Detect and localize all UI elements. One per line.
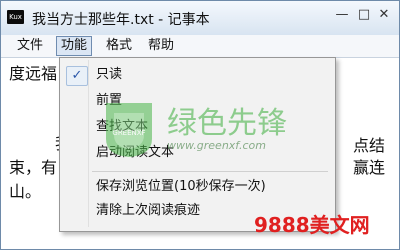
menu-separator <box>92 171 328 172</box>
logo-text: GREENXF <box>112 129 145 137</box>
watermark-name: 绿色先锋 <box>167 106 287 141</box>
window-title: 我当方士那些年.txt - 记事本 <box>32 12 210 28</box>
title-bar[interactable]: Kux 我当方士那些年.txt - 记事本 — □ ✕ <box>1 1 399 35</box>
menu-item-save-position[interactable]: 保存浏览位置(10秒保存一次) <box>62 176 331 198</box>
minimize-button[interactable]: — <box>331 6 353 24</box>
menu-bar: 文件 功能 格式 帮助 <box>1 35 399 58</box>
document-line: 束，有 <box>9 158 58 177</box>
notepad-window: Kux 我当方士那些年.txt - 记事本 — □ ✕ 文件 功能 格式 帮助 … <box>0 0 400 250</box>
document-line: 度远福 <box>9 64 58 83</box>
greenxf-logo-icon: GREENXF <box>106 103 152 157</box>
document-line: 点结 <box>353 136 386 155</box>
watermark-badge: 9888美文网 <box>254 213 370 237</box>
menu-help[interactable]: 帮助 <box>144 37 178 55</box>
menu-item-label: 保存浏览位置(10秒保存一次) <box>96 179 266 194</box>
app-icon[interactable]: Kux <box>7 10 24 24</box>
watermark-url: www.greenxf.com <box>167 139 266 152</box>
close-button[interactable]: ✕ <box>373 6 395 24</box>
document-line: 赢连 <box>353 158 386 177</box>
menu-item-label: 清除上次阅读痕迹 <box>96 203 201 218</box>
menu-format[interactable]: 格式 <box>102 37 136 55</box>
checkmark-icon: ✓ <box>66 66 88 86</box>
document-line: 山。 <box>9 182 42 201</box>
maximize-button[interactable]: □ <box>353 6 375 24</box>
menu-function[interactable]: 功能 <box>56 36 93 56</box>
menu-item-readonly[interactable]: ✓ 只读 <box>62 64 331 86</box>
menu-item-label: 只读 <box>96 67 123 82</box>
menu-file[interactable]: 文件 <box>13 37 47 55</box>
